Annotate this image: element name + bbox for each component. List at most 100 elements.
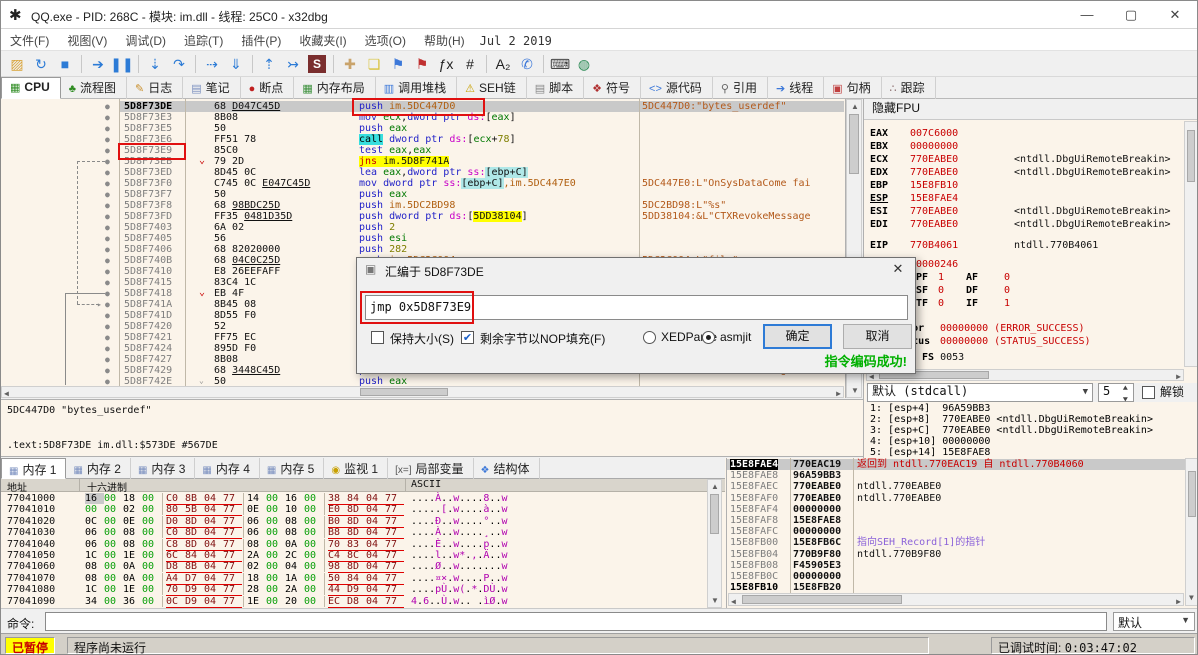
menu-item[interactable]: 视图(V): [58, 29, 116, 52]
tab-脚本[interactable]: ▤ 脚本: [527, 77, 585, 99]
spinner-icons[interactable]: ⯅ ⯆: [1122, 383, 1129, 407]
breakpoint-dot[interactable]: ●: [105, 211, 110, 222]
step-over-icon[interactable]: ↷: [167, 53, 191, 75]
register-row[interactable]: EIP 770B4061 ntdll.770B4061: [870, 240, 1098, 252]
breakpoint-dot[interactable]: ●: [105, 277, 110, 288]
register-row[interactable]: EDX 770EABE0 <ntdll.DbgUiRemoteBreakin>: [870, 167, 1171, 179]
breakpoint-dot[interactable]: ●: [105, 299, 110, 310]
disasm-row[interactable]: ● 5D8F7405 56 push esi: [1, 233, 845, 244]
breakpoint-dot[interactable]: ●: [105, 112, 110, 123]
dialog-title-bar[interactable]: ▣ 汇编于 5D8F73DE ✕: [357, 258, 915, 282]
disasm-hscrollbar[interactable]: ◀ ▶: [1, 386, 844, 398]
command-profile-select[interactable]: 默认 ▼: [1113, 612, 1195, 631]
register-row[interactable]: EBP 15E8FB10: [870, 180, 958, 192]
dump-row[interactable]: 77041000 16 00 18 00 C0 8B 04 77 14 00 16 00 38 84 04 77…: [1, 493, 705, 505]
dump-tab-局部变量[interactable]: [x=] 局部变量: [388, 458, 474, 479]
minimize-button[interactable]: —: [1065, 1, 1109, 29]
restart-icon[interactable]: ↻: [29, 53, 53, 75]
tab-日志[interactable]: ✎ 日志: [127, 77, 184, 99]
stack-row[interactable]: 15E8FAF0 770EABE0 ntdll.770EABE0: [727, 493, 1197, 504]
dump-tab-结构体[interactable]: ❖ 结构体: [474, 458, 540, 479]
registers-vscrollbar[interactable]: [1184, 121, 1197, 367]
dump-tab-内存 2[interactable]: ▦ 内存 2: [66, 458, 131, 479]
stack-row[interactable]: 15E8FAF4 00000000: [727, 504, 1197, 515]
breakpoint-dot[interactable]: ●: [105, 200, 110, 211]
asmjit-radio[interactable]: [702, 331, 715, 344]
tab-源代码[interactable]: <> 源代码: [641, 77, 713, 99]
breakpoint-dot[interactable]: ●: [105, 145, 110, 156]
menu-item[interactable]: 收藏夹(I): [290, 29, 355, 52]
animate-into-icon[interactable]: ⇢: [200, 53, 224, 75]
dump-tab-内存 4[interactable]: ▦ 内存 4: [195, 458, 260, 479]
patch-icon[interactable]: ✚: [338, 53, 362, 75]
disasm-row[interactable]: ● 5D8F73FD FF35 0481D35D push dword ptr ds:…: [1, 211, 845, 222]
scroll-down-icon[interactable]: ▼: [711, 596, 719, 605]
cancel-button[interactable]: 取消: [843, 324, 912, 349]
stack-row[interactable]: 15E8FB10 15E8FB20: [727, 582, 1197, 593]
stack-row[interactable]: 15E8FB08 F45905E3: [727, 560, 1197, 571]
breakpoint-dot[interactable]: ●: [105, 288, 110, 299]
calling-convention-select[interactable]: 默认 (stdcall) ▼: [867, 383, 1093, 402]
dump-row[interactable]: 77041010 00 00 02 00 80 5B 04 77 0E 00 10 00 E0 8D 04 77…: [1, 504, 705, 517]
breakpoint-dot[interactable]: ●: [105, 343, 110, 354]
stack-hscrollbar[interactable]: ◀ ▶: [728, 593, 1184, 606]
stack-pane[interactable]: 15E8FAE4 770EAC19 返回到 ntdll.770EAC19 自 ntd…: [726, 458, 1197, 608]
breakpoint-dot[interactable]: ●: [105, 134, 110, 145]
dump-row[interactable]: 77041040 06 00 08 00 C8 8D 04 77 08 00 0A 00 70 83 04 77…: [1, 538, 705, 551]
dump-row[interactable]: 77041020 0C 00 0E 00 D0 8D 04 77 06 00 08 00 B0 8D 04 77…: [1, 515, 705, 528]
breakpoint-dot[interactable]: ●: [105, 332, 110, 343]
tab-笔记[interactable]: ▤ 笔记: [183, 77, 241, 99]
breakpoint-dot[interactable]: ●: [105, 156, 110, 167]
breakpoint-dot[interactable]: ●: [105, 255, 110, 266]
execute-till-return-icon[interactable]: ⇡: [257, 53, 281, 75]
scroll-down-icon[interactable]: ▼: [851, 386, 859, 395]
scroll-thumb[interactable]: [1187, 130, 1195, 182]
scroll-thumb[interactable]: [360, 388, 448, 396]
dump-row[interactable]: 77041060 08 00 0A 00 D8 8B 04 77 02 00 04 00 98 8D 04 77…: [1, 561, 705, 574]
scroll-thumb[interactable]: [849, 114, 859, 174]
tab-句柄[interactable]: ▣ 句柄: [824, 77, 882, 99]
breakpoint-dot[interactable]: ●: [105, 244, 110, 255]
breakpoint-dot[interactable]: ●: [105, 222, 110, 233]
stack-row[interactable]: 15E8FB00 15E8FB6C 指向SEH_Record[1]的指针: [727, 537, 1197, 548]
keep-size-checkbox[interactable]: [371, 331, 384, 344]
scroll-right-icon[interactable]: ▶: [1176, 596, 1181, 607]
maximize-button[interactable]: ▢: [1109, 1, 1153, 29]
tab-符号[interactable]: ❖ 符号: [584, 77, 642, 99]
scroll-right-icon[interactable]: ▶: [1176, 371, 1181, 383]
hide-fpu-button[interactable]: 隐藏FPU: [864, 99, 1197, 120]
tab-SEH链[interactable]: ⚠ SEH链: [457, 77, 527, 99]
breakpoint-dot[interactable]: ●: [105, 123, 110, 134]
scroll-up-icon[interactable]: ▲: [851, 102, 859, 111]
hash-icon[interactable]: #: [458, 53, 482, 75]
scroll-right-icon[interactable]: ▶: [836, 388, 841, 398]
register-row[interactable]: ESP 15E8FAE4: [870, 193, 958, 205]
close-button[interactable]: ✕: [1153, 1, 1197, 29]
stack-row[interactable]: 15E8FAEC 770EABE0 ntdll.770EABE0: [727, 481, 1197, 492]
breakpoint-dot[interactable]: ●: [105, 354, 110, 365]
ok-button[interactable]: 确定: [763, 324, 832, 349]
globe-icon[interactable]: ◍: [572, 53, 596, 75]
xedparse-radio[interactable]: [643, 331, 656, 344]
step-into-icon[interactable]: ⇣: [143, 53, 167, 75]
disasm-row[interactable]: ● 5D8F73F8 68 98BDC25D push im.5DC2BD98 5DC2…: [1, 200, 845, 211]
nop-fill-checkbox[interactable]: ✔: [461, 331, 474, 344]
unlock-checkbox[interactable]: [1142, 386, 1155, 399]
dump-tab-内存 1[interactable]: ▦ 内存 1: [1, 458, 67, 479]
breakpoint-dot[interactable]: ●: [105, 266, 110, 277]
register-row[interactable]: ESI 770EABE0 <ntdll.DbgUiRemoteBreakin>: [870, 206, 1171, 218]
scroll-left-icon[interactable]: ◀: [731, 596, 736, 607]
stack-vscrollbar[interactable]: ▼: [1185, 458, 1197, 606]
tab-跟踪[interactable]: ∴ 跟踪: [882, 77, 936, 99]
stack-row[interactable]: 15E8FB0C 00000000: [727, 571, 1197, 582]
scroll-thumb[interactable]: [742, 595, 902, 604]
dump-row[interactable]: 77041090 34 00 36 00 0C D9 04 77 1E 00 20 00 EC D8 04 77…: [1, 595, 705, 608]
tab-CPU[interactable]: ▦ CPU: [1, 77, 61, 99]
pause-icon[interactable]: ❚❚: [110, 53, 134, 75]
stack-row[interactable]: 15E8FAF8 15E8FAE8: [727, 515, 1197, 526]
stack-row[interactable]: 15E8FAE4 770EAC19 返回到 ntdll.770EAC19 自 ntd…: [727, 459, 1197, 470]
tab-断点[interactable]: ● 断点: [241, 77, 295, 99]
breakpoint-dot[interactable]: ●: [105, 321, 110, 332]
breakpoint-dot[interactable]: ●: [105, 101, 110, 112]
disasm-row[interactable]: ● 5D8F73E5 50 push eax: [1, 123, 845, 134]
